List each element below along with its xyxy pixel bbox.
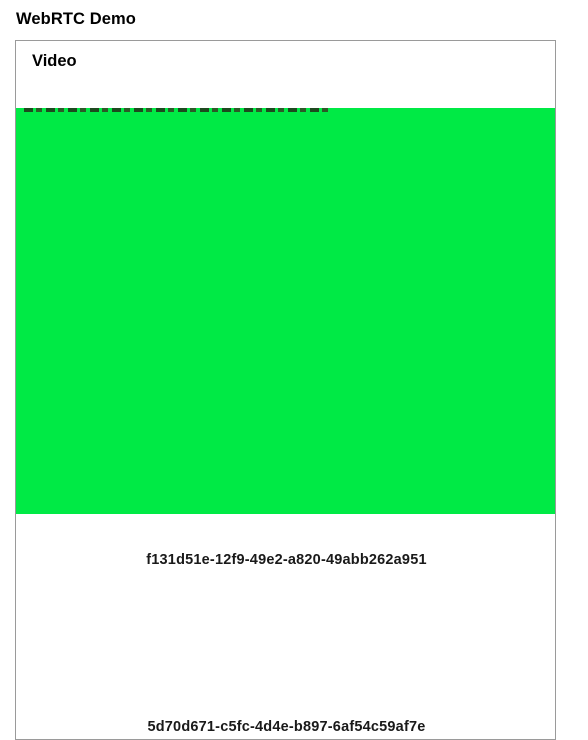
page-title: WebRTC Demo — [16, 10, 136, 28]
local-stream-id: f131d51e-12f9-49e2-a820-49abb262a951 — [146, 552, 427, 568]
video-player[interactable] — [16, 108, 555, 514]
panel-title: Video — [32, 52, 77, 70]
remote-stream-id: 5d70d671-c5fc-4d4e-b897-6af54c59af7e — [147, 719, 426, 735]
video-frame-artifact — [24, 108, 329, 112]
video-panel: Video f131d51e-12f9-49e2-a820-49abb262a9… — [15, 40, 556, 740]
